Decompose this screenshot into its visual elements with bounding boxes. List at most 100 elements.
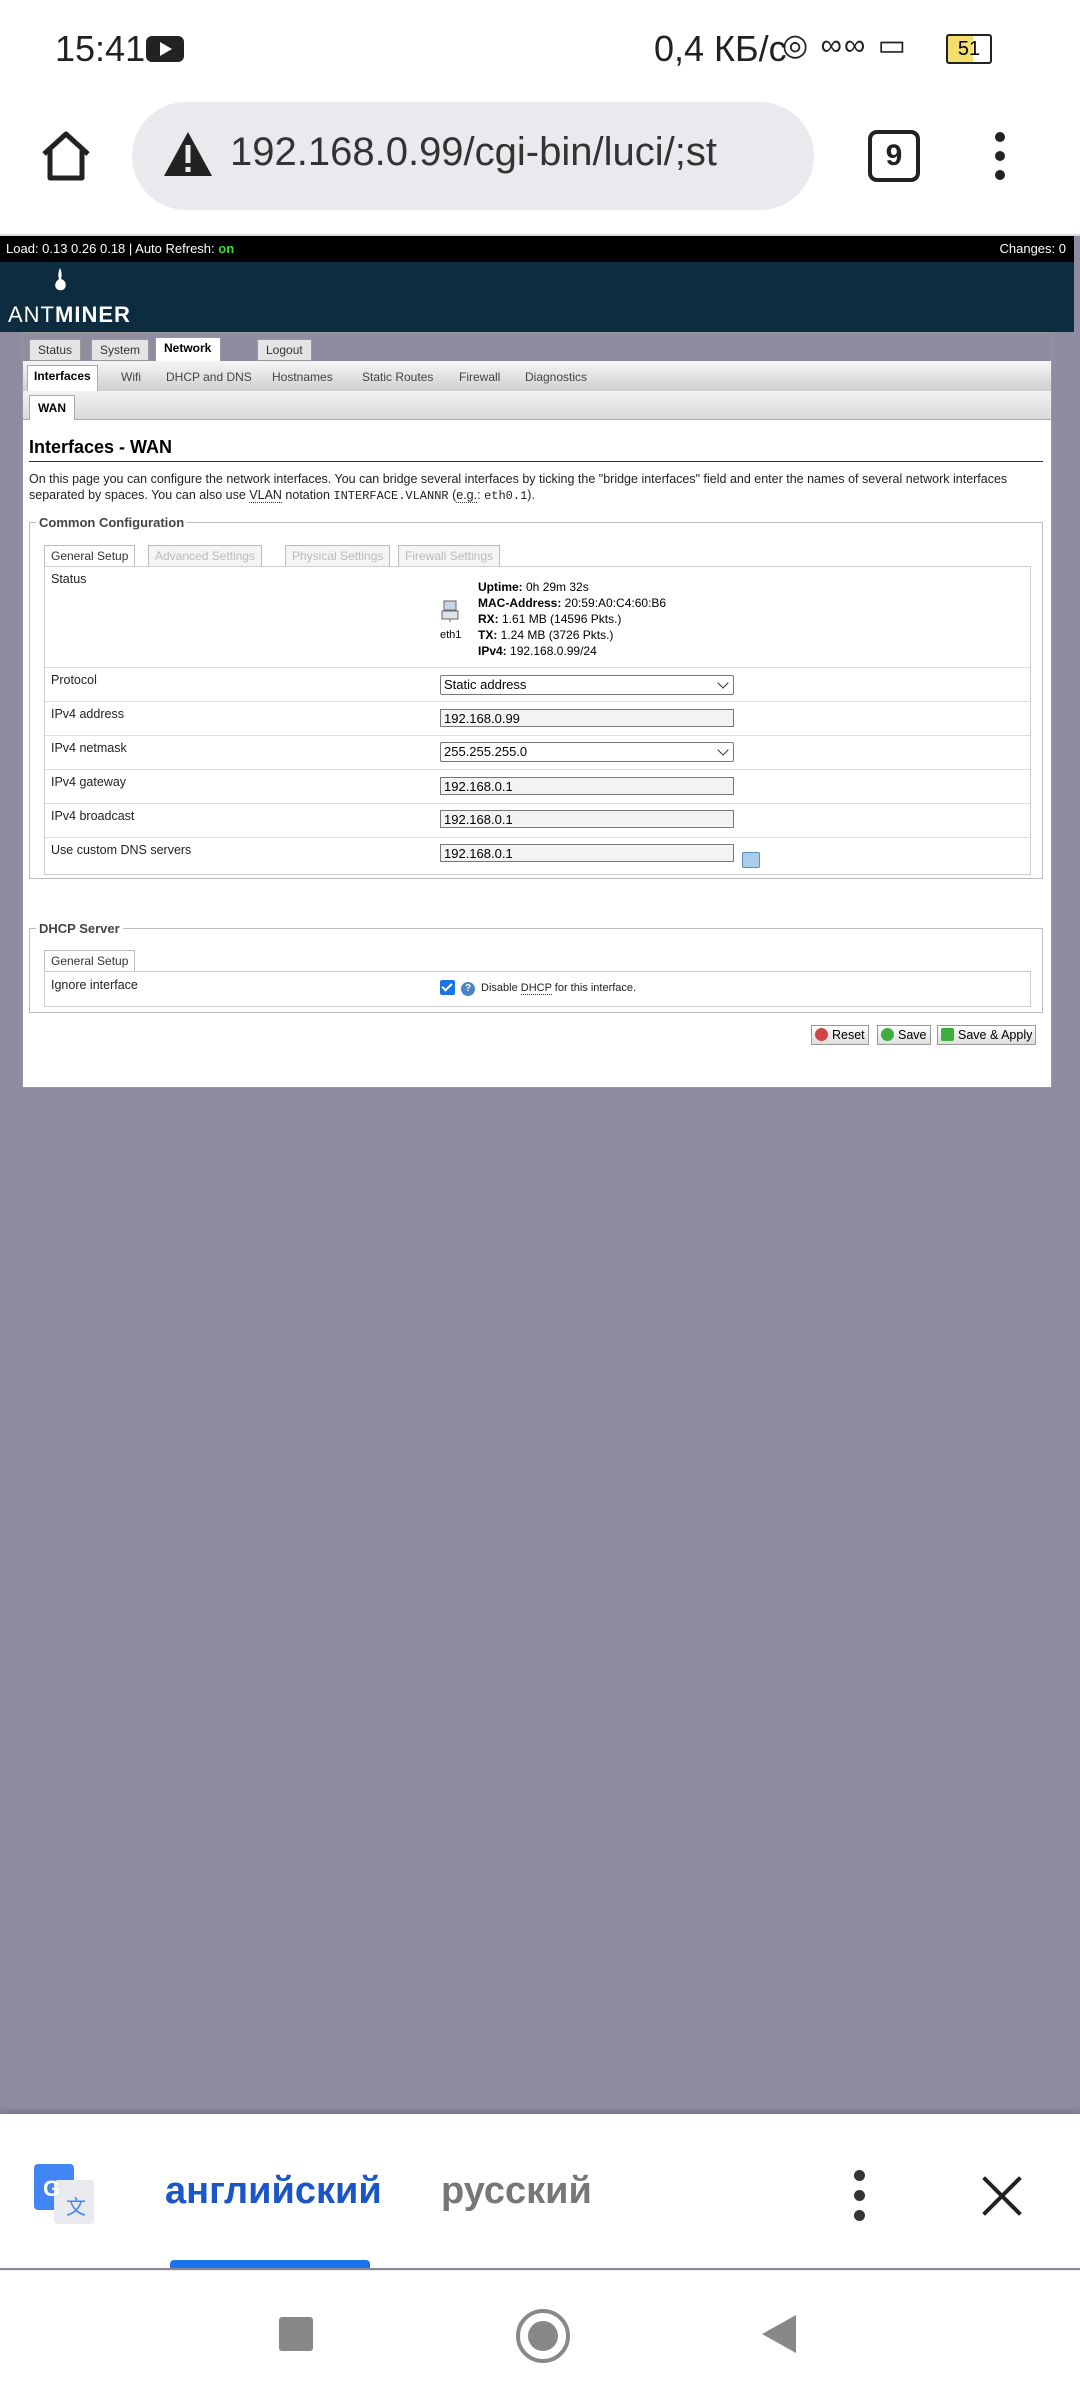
- protocol-row: Protocol Static address: [45, 667, 1030, 702]
- uptime-value: 0h 29m 32s: [522, 580, 589, 594]
- status-details: Uptime: 0h 29m 32s MAC-Address: 20:59:A0…: [478, 580, 667, 658]
- save-apply-icon: [941, 1028, 954, 1041]
- general-setup-table: Status eth1 Uptime: 0h 29m 32s MAC-Addre…: [44, 566, 1031, 875]
- protocol-select[interactable]: Static address: [440, 675, 734, 695]
- ipv4-value: 192.168.0.99/24: [506, 644, 597, 658]
- tab-advanced-settings[interactable]: Advanced Settings: [148, 545, 263, 566]
- tab-wifi[interactable]: Wifi: [115, 367, 147, 387]
- ipv4-netmask-row: IPv4 netmask 255.255.255.0: [45, 735, 1030, 770]
- selected-language-indicator: [170, 2260, 370, 2268]
- reset-button[interactable]: Reset: [811, 1025, 869, 1045]
- dns-label: Use custom DNS servers: [51, 843, 192, 857]
- dns-row: Use custom DNS servers 192.168.0.1: [45, 837, 1030, 874]
- page-title: Interfaces - WAN: [29, 437, 173, 457]
- rx-value: 1.61 MB (14596 Pkts.): [498, 612, 622, 626]
- common-configuration-legend: Common Configuration: [39, 515, 185, 530]
- save-button[interactable]: Save: [877, 1025, 931, 1045]
- ipv4-gateway-row: IPv4 gateway 192.168.0.1: [45, 769, 1030, 804]
- ipv4-address-input[interactable]: 192.168.0.99: [440, 709, 734, 727]
- save-apply-button[interactable]: Save & Apply: [937, 1025, 1037, 1045]
- tab-status[interactable]: Status: [29, 339, 82, 361]
- tab-logout[interactable]: Logout: [257, 339, 312, 361]
- tab-system[interactable]: System: [91, 339, 150, 361]
- target-language-tab[interactable]: русский: [441, 2170, 592, 2213]
- status-row: Status eth1 Uptime: 0h 29m 32s MAC-Addre…: [45, 567, 1030, 667]
- tab-firewall-settings[interactable]: Firewall Settings: [398, 545, 501, 566]
- ipv4-broadcast-row: IPv4 broadcast 192.168.0.1: [45, 803, 1030, 838]
- main-panel: Status System Network Logout Interfaces …: [22, 332, 1052, 1088]
- main-tabs: Status System Network Logout: [23, 333, 1051, 362]
- tab-dhcp-dns[interactable]: DHCP and DNS: [160, 367, 258, 387]
- page-description: On this page you can configure the netwo…: [29, 472, 1008, 503]
- changes-link[interactable]: Changes: 0: [1000, 236, 1067, 262]
- ipv4-netmask-label: IPv4 netmask: [51, 741, 127, 755]
- tab-diagnostics[interactable]: Diagnostics: [519, 367, 593, 387]
- svg-text:G: G: [43, 2176, 60, 2201]
- tab-static-routes[interactable]: Static Routes: [356, 367, 439, 387]
- wifi-signal-icon: ◎ ∞∞ ▭: [782, 29, 908, 62]
- dns-input[interactable]: 192.168.0.1: [440, 844, 734, 862]
- tab-physical-settings[interactable]: Physical Settings: [285, 545, 391, 566]
- warning-icon[interactable]: [162, 130, 214, 178]
- ipv4-broadcast-label: IPv4 broadcast: [51, 809, 135, 823]
- home-nav-icon[interactable]: [516, 2309, 570, 2363]
- dhcp-table: Ignore interface ? Disable DHCP for this…: [44, 971, 1031, 1007]
- status-label: Status: [51, 572, 87, 586]
- chevron-down-icon: [717, 677, 729, 689]
- interface-tabs: WAN: [23, 391, 1051, 420]
- back-icon[interactable]: [762, 2315, 796, 2353]
- tab-network[interactable]: Network: [155, 337, 221, 362]
- source-language-tab[interactable]: английский: [165, 2170, 382, 2213]
- battery-icon: 51: [946, 34, 992, 64]
- add-dns-icon[interactable]: [742, 852, 760, 868]
- translate-menu-icon[interactable]: [854, 2170, 866, 2221]
- save-icon: [881, 1028, 894, 1041]
- tab-interfaces[interactable]: Interfaces: [27, 365, 98, 392]
- url-text[interactable]: 192.168.0.99/cgi-bin/luci/;st: [230, 130, 790, 175]
- ignore-interface-description: Disable DHCP for this interface.: [481, 982, 637, 995]
- svg-text:文: 文: [66, 2195, 86, 2219]
- tab-switcher-button[interactable]: 9: [868, 130, 920, 182]
- load-bar: Load: 0.13 0.26 0.18 | Auto Refresh: on …: [0, 236, 1074, 262]
- close-icon[interactable]: [980, 2174, 1024, 2218]
- web-page: Load: 0.13 0.26 0.18 | Auto Refresh: on …: [0, 236, 1074, 2114]
- browser-toolbar: 192.168.0.99/cgi-bin/luci/;st 9: [0, 96, 1080, 236]
- tx-value: 1.24 MB (3726 Pkts.): [497, 628, 614, 642]
- logo-miner: MINER: [55, 302, 131, 327]
- help-icon: ?: [461, 982, 475, 996]
- tab-general-setup[interactable]: General Setup: [44, 545, 136, 566]
- ignore-interface-label: Ignore interface: [51, 978, 138, 992]
- tab-hostnames[interactable]: Hostnames: [266, 367, 339, 387]
- youtube-icon: [146, 36, 184, 62]
- home-icon[interactable]: [36, 126, 96, 186]
- tab-wan[interactable]: WAN: [29, 395, 75, 420]
- tab-dhcp-general-setup[interactable]: General Setup: [44, 950, 136, 971]
- network-speed: 0,4 КБ/с: [654, 28, 787, 69]
- google-translate-icon: G 文: [34, 2164, 94, 2224]
- tab-firewall[interactable]: Firewall: [453, 367, 506, 387]
- rabbit-logo-icon: [55, 268, 66, 291]
- interface-name: eth1: [440, 629, 462, 641]
- auto-refresh-toggle[interactable]: on: [218, 241, 234, 256]
- chevron-down-icon: [717, 744, 729, 756]
- ignore-interface-checkbox[interactable]: [440, 980, 455, 995]
- header: ANTMINER: [0, 262, 1074, 332]
- dhcp-server-legend: DHCP Server: [39, 921, 120, 936]
- status-bar: 15:41 0,4 КБ/с ◎ ∞∞ ▭ 51: [0, 0, 1080, 96]
- address-bar[interactable]: 192.168.0.99/cgi-bin/luci/;st: [132, 102, 814, 210]
- browser-menu-icon[interactable]: [995, 132, 1007, 180]
- ipv4-netmask-select[interactable]: 255.255.255.0: [440, 742, 734, 762]
- title-divider: [29, 461, 1043, 462]
- navigation-bar: [0, 2270, 1080, 2401]
- clock: 15:41: [55, 28, 146, 69]
- ipv4-address-label: IPv4 address: [51, 707, 124, 721]
- mac-value: 20:59:A0:C4:60:B6: [561, 596, 667, 610]
- logo-ant: ANT: [8, 302, 55, 327]
- ipv4-gateway-label: IPv4 gateway: [51, 775, 127, 789]
- ethernet-icon: [441, 600, 459, 622]
- load-text: Load: 0.13 0.26 0.18 | Auto Refresh:: [6, 241, 219, 256]
- reset-icon: [815, 1028, 828, 1041]
- ipv4-broadcast-input[interactable]: 192.168.0.1: [440, 810, 734, 828]
- ipv4-gateway-input[interactable]: 192.168.0.1: [440, 777, 734, 795]
- recents-icon[interactable]: [279, 2317, 313, 2351]
